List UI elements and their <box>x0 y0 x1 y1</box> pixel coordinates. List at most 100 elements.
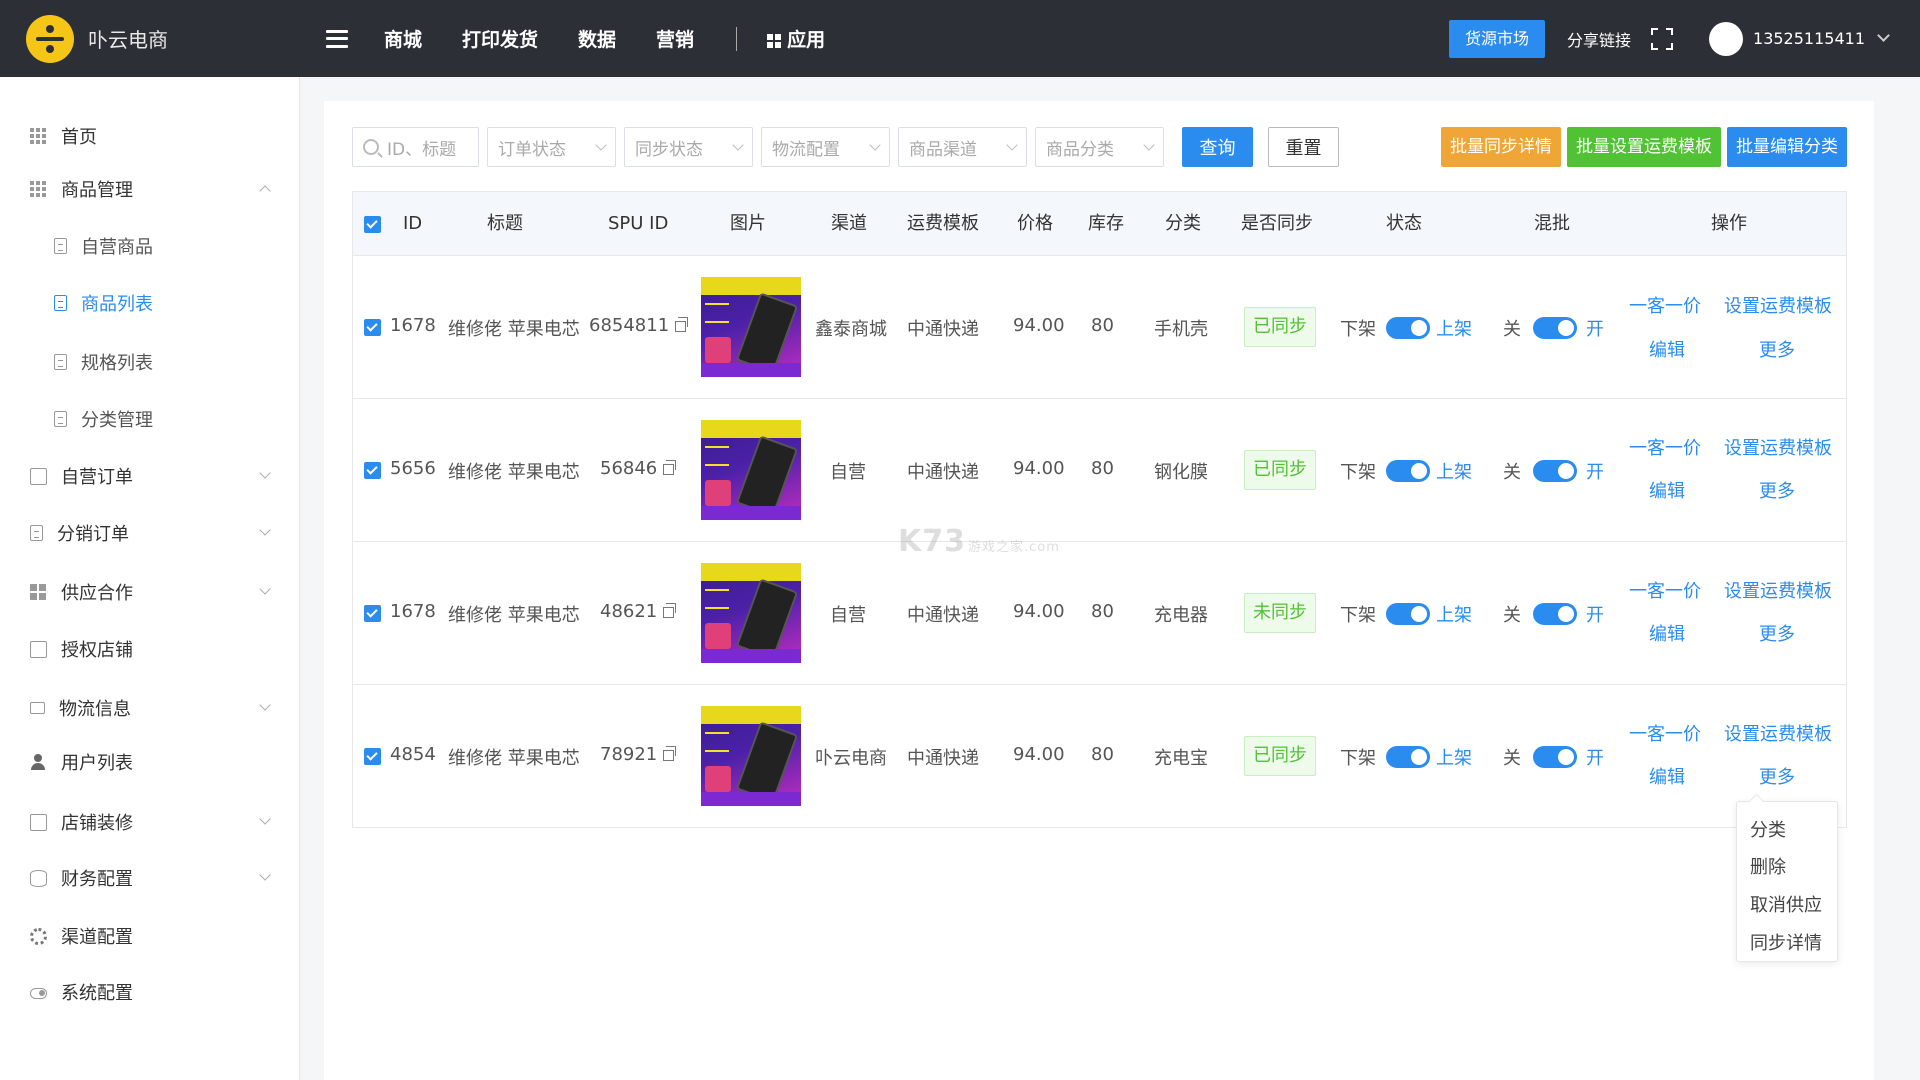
fullscreen-icon[interactable] <box>1651 27 1674 50</box>
more-link[interactable]: 更多 <box>1759 477 1795 503</box>
sync-status-badge: 未同步 <box>1244 593 1316 633</box>
user-phone[interactable]: 13525115411 <box>1753 29 1865 48</box>
row-checkbox[interactable] <box>364 462 381 479</box>
nav-item-marketing[interactable]: 营销 <box>656 25 694 52</box>
more-link[interactable]: 更多 <box>1759 620 1795 646</box>
select-all-checkbox[interactable] <box>364 216 381 233</box>
cell-channel: 卟云电商 <box>815 748 887 769</box>
sidebar-item-home[interactable]: 首页 <box>30 121 285 151</box>
more-link[interactable]: 更多 <box>1759 763 1795 789</box>
copy-icon[interactable] <box>675 316 689 332</box>
order-status-select[interactable]: 订单状态 <box>487 127 616 167</box>
table-row: 4854 维修佬 苹果电芯 78921 卟云电商 中通快递 94.00 80 充… <box>353 685 1846 828</box>
header-actions: 货源市场 分享链接 13525115411 <box>1448 19 1890 58</box>
row-checkbox[interactable] <box>364 748 381 765</box>
nav-divider <box>736 26 738 51</box>
sidebar-item-system-config[interactable]: 系统配置 <box>30 977 285 1007</box>
sidebar-item-channel-config[interactable]: 渠道配置 <box>30 921 285 951</box>
edit-link[interactable]: 编辑 <box>1649 477 1685 503</box>
one-price-link[interactable]: 一客一价 <box>1629 720 1701 746</box>
sidebar-item-supply-cooperation[interactable]: 供应合作 <box>30 577 285 607</box>
search-input[interactable]: ID、标题 <box>352 127 479 167</box>
row-checkbox[interactable] <box>364 605 381 622</box>
edit-link[interactable]: 编辑 <box>1649 620 1685 646</box>
sidebar-item-product-management[interactable]: 商品管理 <box>30 174 285 204</box>
copy-icon[interactable] <box>663 459 677 475</box>
product-image[interactable] <box>701 277 801 377</box>
product-image[interactable] <box>701 420 801 520</box>
logistics-config-select[interactable]: 物流配置 <box>761 127 890 167</box>
sidebar-item-finance-config[interactable]: 财务配置 <box>30 863 285 893</box>
cell-price: 94.00 <box>1013 458 1065 479</box>
set-shipping-link[interactable]: 设置运费模板 <box>1724 577 1832 603</box>
mixed-batch-toggle[interactable] <box>1533 317 1577 339</box>
nav-item-data[interactable]: 数据 <box>578 25 616 52</box>
sidebar-item-distribution-orders[interactable]: 分销订单 <box>30 518 285 548</box>
copy-icon[interactable] <box>663 602 677 618</box>
watermark: K73 游戏之家.com <box>898 524 1060 559</box>
mix-off-label: 关 <box>1503 605 1521 626</box>
sidebar-item-user-list[interactable]: 用户列表 <box>30 747 285 777</box>
chevron-down-icon[interactable] <box>1877 29 1890 42</box>
product-image[interactable] <box>701 563 801 663</box>
one-price-link[interactable]: 一客一价 <box>1629 577 1701 603</box>
sidebar-item-own-products[interactable]: 自营商品 <box>54 231 309 261</box>
status-toggle[interactable] <box>1386 317 1430 339</box>
menu-item-delete[interactable]: 删除 <box>1750 853 1786 879</box>
document-icon <box>54 238 67 254</box>
copy-icon[interactable] <box>663 745 677 761</box>
status-off-label: 下架 <box>1340 462 1376 483</box>
sync-status-select[interactable]: 同步状态 <box>624 127 753 167</box>
share-link[interactable]: 分享链接 <box>1567 27 1631 51</box>
status-toggle[interactable] <box>1386 603 1430 625</box>
edit-link[interactable]: 编辑 <box>1649 336 1685 362</box>
one-price-link[interactable]: 一客一价 <box>1629 292 1701 318</box>
batch-sync-detail-button[interactable]: 批量同步详情 <box>1441 127 1561 167</box>
status-on-label: 上架 <box>1436 748 1472 769</box>
sidebar-item-product-list[interactable]: 商品列表 <box>54 288 309 318</box>
nav-item-print-ship[interactable]: 打印发货 <box>462 25 538 52</box>
cell-shipping: 中通快递 <box>907 462 979 483</box>
source-market-button[interactable]: 货源市场 <box>1448 19 1545 58</box>
reset-button[interactable]: 重置 <box>1268 127 1339 167</box>
nav-item-mall[interactable]: 商城 <box>384 25 422 52</box>
cell-channel: 鑫泰商城 <box>815 319 887 340</box>
menu-item-cancel-supply[interactable]: 取消供应 <box>1750 891 1822 917</box>
cell-category: 钢化膜 <box>1154 462 1208 483</box>
more-link[interactable]: 更多 <box>1759 336 1795 362</box>
sidebar-item-logistics[interactable]: 物流信息 <box>30 693 285 723</box>
logo[interactable]: 卟云电商 <box>26 14 326 63</box>
set-shipping-link[interactable]: 设置运费模板 <box>1724 434 1832 460</box>
set-shipping-link[interactable]: 设置运费模板 <box>1724 292 1832 318</box>
sidebar-item-authorized-stores[interactable]: 授权店铺 <box>30 634 285 664</box>
row-checkbox[interactable] <box>364 319 381 336</box>
batch-set-shipping-button[interactable]: 批量设置运费模板 <box>1567 127 1721 167</box>
mixed-batch-toggle[interactable] <box>1533 603 1577 625</box>
product-category-select[interactable]: 商品分类 <box>1035 127 1164 167</box>
spu-value: 78921 <box>600 744 658 765</box>
query-button[interactable]: 查询 <box>1182 127 1253 167</box>
mix-on-label: 开 <box>1586 462 1604 483</box>
menu-item-category[interactable]: 分类 <box>1750 816 1786 842</box>
status-toggle[interactable] <box>1386 746 1430 768</box>
mixed-batch-toggle[interactable] <box>1533 746 1577 768</box>
menu-item-sync-detail[interactable]: 同步详情 <box>1750 929 1822 955</box>
sidebar-item-spec-list[interactable]: 规格列表 <box>54 347 309 377</box>
cell-shipping: 中通快递 <box>907 319 979 340</box>
avatar[interactable] <box>1709 21 1744 56</box>
batch-edit-category-button[interactable]: 批量编辑分类 <box>1727 127 1847 167</box>
one-price-link[interactable]: 一客一价 <box>1629 434 1701 460</box>
set-shipping-link[interactable]: 设置运费模板 <box>1724 720 1832 746</box>
product-channel-select[interactable]: 商品渠道 <box>898 127 1027 167</box>
product-image[interactable] <box>701 706 801 806</box>
nav-item-apps[interactable]: 应用 <box>767 25 825 52</box>
sidebar-item-label: 分销订单 <box>57 524 129 545</box>
mixed-batch-toggle[interactable] <box>1533 460 1577 482</box>
sidebar-item-category-management[interactable]: 分类管理 <box>54 404 309 434</box>
edit-link[interactable]: 编辑 <box>1649 763 1685 789</box>
sidebar-item-own-orders[interactable]: 自营订单 <box>30 461 285 491</box>
status-toggle[interactable] <box>1386 460 1430 482</box>
chevron-down-icon <box>732 138 744 151</box>
menu-toggle-icon[interactable] <box>326 29 348 48</box>
sidebar-item-shop-decoration[interactable]: 店铺装修 <box>30 807 285 837</box>
